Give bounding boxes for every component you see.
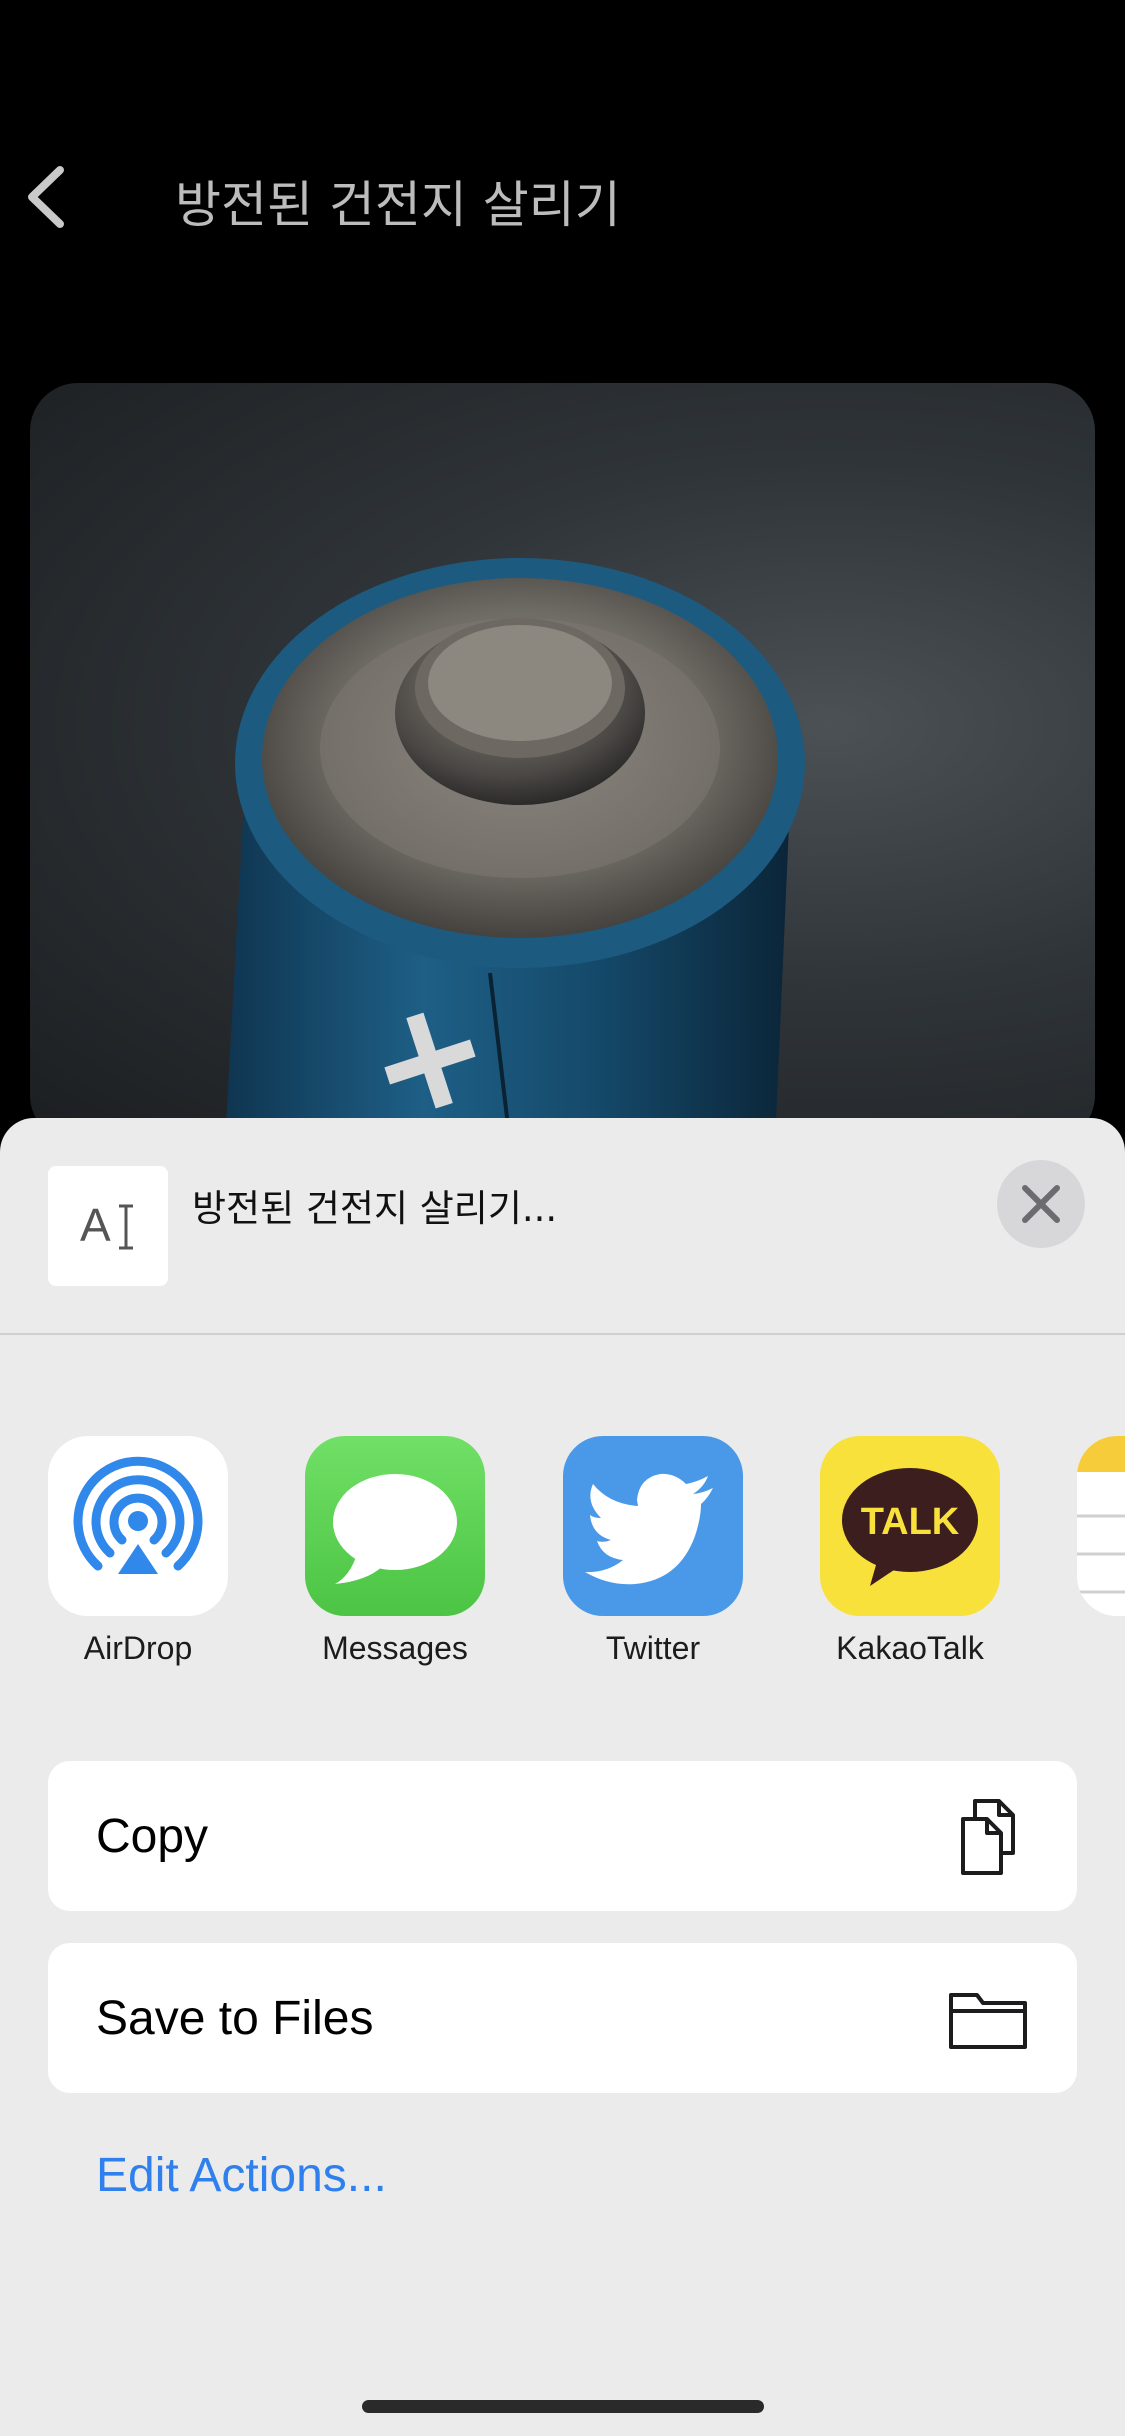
copy-label: Copy	[96, 1810, 209, 1863]
save-to-files-action[interactable]: Save to Files	[48, 1943, 1077, 2093]
back-button[interactable]	[18, 160, 78, 235]
app-label-airdrop: AirDrop	[83, 1630, 193, 1666]
close-button[interactable]	[997, 1160, 1085, 1248]
twitter-icon	[563, 1436, 743, 1616]
divider	[0, 1333, 1125, 1335]
save-to-files-label: Save to Files	[96, 1992, 374, 2045]
app-row: AirDrop Messages Twitter TALK KakaoTalk	[0, 1436, 1125, 1696]
page-title: 방전된 건전지 살리기	[175, 176, 621, 234]
app-messages[interactable]: Messages	[305, 1436, 485, 1667]
messages-icon	[305, 1436, 485, 1616]
app-label-kakaotalk: KakaoTalk	[836, 1630, 984, 1666]
thumb-letter: A	[80, 1199, 111, 1251]
edit-actions-link[interactable]: Edit Actions...	[96, 2148, 387, 2203]
app-label-messages: Messages	[322, 1630, 468, 1666]
top-nav: 방전된 건전지 살리기	[0, 0, 1125, 380]
chevron-left-icon	[28, 166, 64, 228]
preview-thumbnail: A	[48, 1166, 168, 1286]
hero-image	[30, 383, 1095, 1143]
home-indicator	[362, 2400, 764, 2413]
airdrop-icon	[48, 1436, 228, 1616]
app-label-twitter: Twitter	[605, 1630, 701, 1666]
svg-text:TALK: TALK	[861, 1501, 960, 1543]
folder-icon	[949, 1993, 1027, 2049]
copy-action[interactable]: Copy	[48, 1761, 1077, 1911]
notes-icon	[1077, 1436, 1125, 1616]
text-document-icon: A	[80, 1199, 133, 1251]
app-kakaotalk[interactable]: TALK KakaoTalk	[820, 1436, 1000, 1667]
copy-icon	[961, 1799, 1015, 1875]
preview-title: 방전된 건전지 살리기...	[192, 1187, 558, 1230]
app-airdrop[interactable]: AirDrop	[48, 1436, 228, 1667]
close-icon	[1022, 1185, 1060, 1223]
share-sheet: A 방전된 건전지 살리기... AirDrop Messages Twitte…	[0, 1118, 1125, 2436]
kakaotalk-icon: TALK	[820, 1436, 1000, 1616]
app-twitter[interactable]: Twitter	[563, 1436, 743, 1667]
app-notes[interactable]	[1077, 1436, 1125, 1630]
